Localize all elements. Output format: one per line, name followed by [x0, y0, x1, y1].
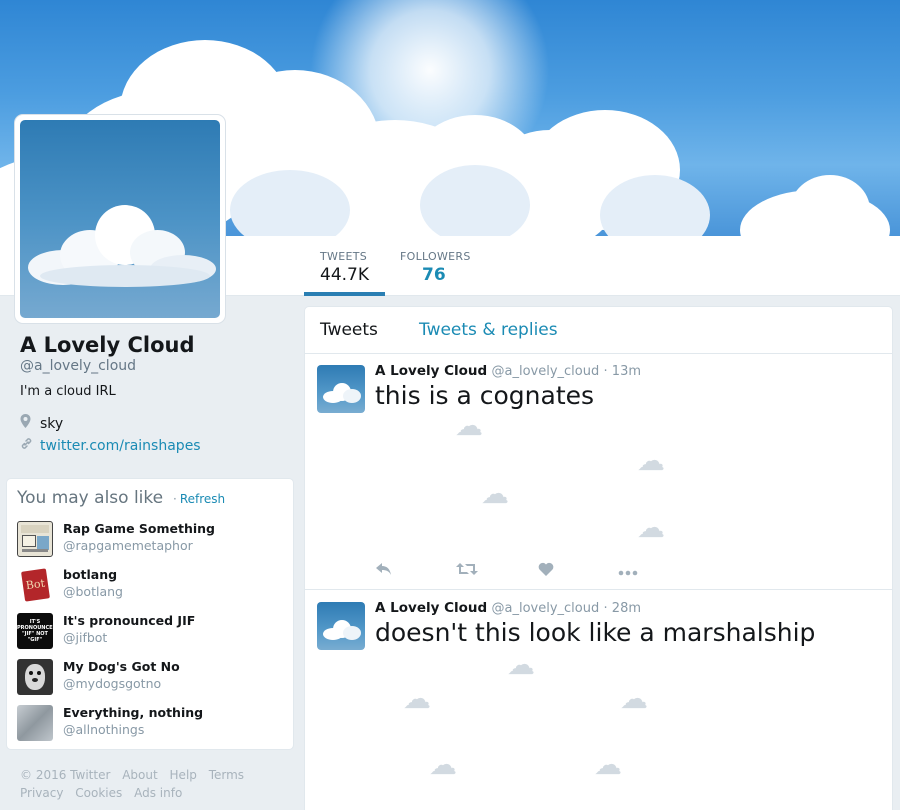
tweet-author-name[interactable]: A Lovely Cloud: [375, 363, 487, 379]
refresh-link[interactable]: · Refresh: [173, 492, 225, 506]
timeline: Tweets Tweets & replies A Lovely Cloud @…: [304, 306, 893, 810]
tweet-text: this is a cognates: [375, 381, 595, 410]
cloud-icon: ☁: [620, 682, 648, 715]
tweets-stat-label: TWEETS: [320, 250, 367, 263]
profile-bio: I'm a cloud IRL: [20, 384, 116, 399]
suggestion-item[interactable]: Bot botlang @botlang: [17, 567, 287, 607]
refresh-separator: ·: [173, 492, 177, 506]
footer-privacy[interactable]: Privacy: [20, 786, 63, 800]
timeline-tabs: Tweets Tweets & replies: [305, 307, 892, 354]
followers-stat-label: FOLLOWERS: [400, 250, 471, 263]
footer-cookies[interactable]: Cookies: [75, 786, 122, 800]
suggestions-panel: You may also like · Refresh Rap Game Some…: [6, 478, 294, 750]
suggestion-name[interactable]: It's pronounced JIF: [63, 613, 195, 628]
tweet-text: doesn't this look like a marshalship: [375, 618, 816, 647]
profile-website-text[interactable]: twitter.com/rainshapes: [40, 438, 201, 454]
profile-handle[interactable]: @a_lovely_cloud: [20, 358, 136, 374]
link-icon: [20, 437, 34, 454]
suggestion-handle: @botlang: [63, 584, 123, 599]
cloud-icon: ☁: [507, 648, 535, 681]
suggestion-handle: @rapgamemetaphor: [63, 538, 193, 553]
tab-tweets-and-replies[interactable]: Tweets & replies: [419, 320, 558, 340]
jif-avatar-text: IT'S PRONOUNCED "JIF" NOT "GIF": [17, 619, 53, 643]
suggestion-item[interactable]: IT'S PRONOUNCED "JIF" NOT "GIF" It's pro…: [17, 613, 287, 653]
suggestion-handle: @allnothings: [63, 722, 145, 737]
more-icon[interactable]: [618, 561, 638, 581]
footer-copyright: © 2016 Twitter: [20, 768, 111, 782]
suggestion-item[interactable]: My Dog's Got No @mydogsgotno: [17, 659, 287, 699]
cloud-icon: ☁: [637, 444, 665, 477]
location-pin-icon: [20, 414, 34, 432]
suggestion-item[interactable]: Rap Game Something @rapgamemetaphor: [17, 521, 287, 561]
tweets-stat[interactable]: TWEETS 44.7K: [304, 236, 385, 296]
profile-location: sky: [20, 414, 63, 432]
suggestion-name[interactable]: Rap Game Something: [63, 521, 215, 536]
cloud-icon: ☁: [481, 477, 509, 510]
profile-location-text: sky: [40, 416, 64, 432]
suggestion-avatar: IT'S PRONOUNCED "JIF" NOT "GIF": [17, 613, 53, 649]
suggestion-avatar: [17, 521, 53, 557]
suggestion-name[interactable]: botlang: [63, 567, 117, 582]
followers-stat[interactable]: FOLLOWERS 76: [400, 236, 480, 296]
footer-ads-info[interactable]: Ads info: [134, 786, 182, 800]
footer-about[interactable]: About: [122, 768, 157, 782]
suggestion-name[interactable]: My Dog's Got No: [63, 659, 180, 674]
heart-icon[interactable]: [538, 561, 554, 581]
refresh-label[interactable]: Refresh: [180, 492, 225, 506]
profile-name[interactable]: A Lovely Cloud: [20, 333, 195, 357]
profile-website[interactable]: twitter.com/rainshapes: [20, 437, 201, 454]
profile-avatar[interactable]: [14, 114, 226, 324]
tweet-actions: [375, 561, 675, 581]
suggestions-title: You may also like: [17, 488, 164, 508]
suggestion-handle: @mydogsgotno: [63, 676, 162, 691]
tweet-author-name[interactable]: A Lovely Cloud: [375, 600, 487, 616]
cloud-icon: ☁: [455, 409, 483, 442]
tab-tweets[interactable]: Tweets: [320, 320, 378, 340]
tweet-author-handle[interactable]: @a_lovely_cloud: [492, 601, 600, 616]
footer-terms[interactable]: Terms: [209, 768, 244, 782]
cloud-icon: ☁: [594, 748, 622, 781]
tweet-header: A Lovely Cloud @a_lovely_cloud · 28m: [375, 600, 641, 616]
tweet-avatar[interactable]: [317, 602, 365, 650]
suggestion-item[interactable]: Everything, nothing @allnothings: [17, 705, 287, 745]
suggestion-avatar: Bot: [17, 567, 53, 603]
tweets-stat-value: 44.7K: [320, 265, 369, 285]
footer-help[interactable]: Help: [170, 768, 197, 782]
tweet[interactable]: A Lovely Cloud @a_lovely_cloud · 13m thi…: [305, 354, 892, 590]
suggestion-avatar: [17, 659, 53, 695]
tweet-timestamp[interactable]: · 28m: [604, 601, 641, 616]
tweet[interactable]: A Lovely Cloud @a_lovely_cloud · 28m doe…: [305, 591, 892, 810]
book-icon: Bot: [21, 568, 50, 602]
suggestion-name[interactable]: Everything, nothing: [63, 705, 203, 720]
retweet-icon[interactable]: [456, 561, 478, 581]
footer-links: © 2016 Twitter About Help Terms Privacy …: [20, 766, 290, 802]
cloud-icon: ☁: [403, 682, 431, 715]
cloud-icon: ☁: [429, 748, 457, 781]
reply-icon[interactable]: [375, 561, 393, 581]
avatar-cloud-image: [20, 120, 220, 318]
suggestion-avatar: [17, 705, 53, 741]
cloud-icon: ☁: [637, 511, 665, 544]
suggestion-handle: @jifbot: [63, 630, 108, 645]
tweet-header: A Lovely Cloud @a_lovely_cloud · 13m: [375, 363, 641, 379]
followers-stat-value: 76: [422, 265, 446, 285]
tweet-timestamp[interactable]: · 13m: [604, 364, 641, 379]
tweet-author-handle[interactable]: @a_lovely_cloud: [492, 364, 600, 379]
tweet-avatar[interactable]: [317, 365, 365, 413]
